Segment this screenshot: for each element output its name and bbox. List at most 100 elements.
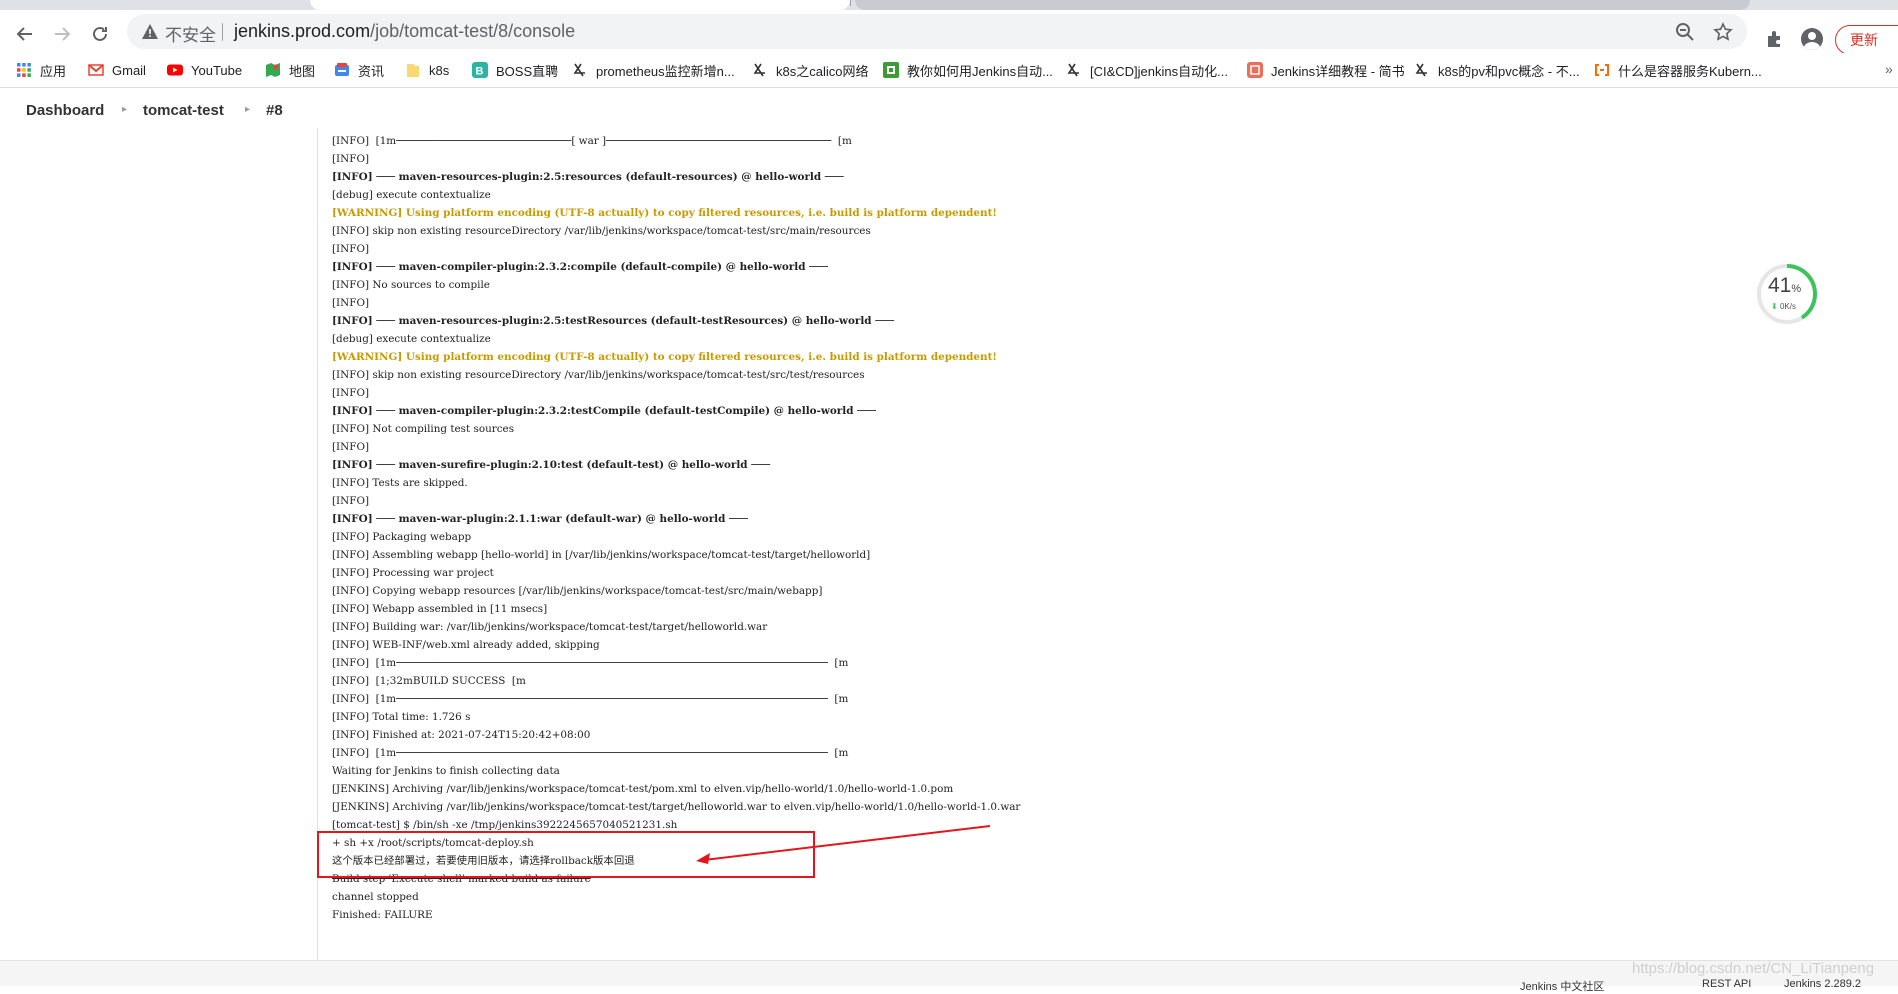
menu-dots-icon: ⋮ [1892,31,1898,48]
warning-icon[interactable] [141,23,159,40]
console-line: Waiting for Jenkins to finish collecting… [332,765,560,777]
console-line: [INFO] Processing war project [332,567,494,579]
profile-avatar-icon[interactable] [1801,28,1823,50]
console-line: [debug] execute contextualize [332,189,491,201]
update-button-label: 更新 [1850,32,1878,48]
svg-text:B: B [476,66,484,78]
breadcrumb-build[interactable]: #8 [266,102,283,119]
browser-toolbar: 不安全 jenkins.prod.com/job/tomcat-test/8/c… [0,10,1898,55]
bookmark-label: 教你如何用Jenkins自动... [907,63,1053,79]
site-icon [1067,63,1079,77]
console-line: [INFO] [1m────────────────────────────[ … [332,135,852,147]
bookmark-aliyun[interactable]: 什么是容器服务Kubern... [1594,61,1762,79]
console-line: channel stopped [332,891,419,903]
console-line: [INFO] [332,441,370,453]
omnibox-divider [222,23,223,41]
inactive-tab[interactable] [855,0,1750,10]
console-line: [INFO] [332,297,370,309]
site-icon [573,63,585,77]
reload-icon [93,26,107,41]
console-line: [INFO] Tests are skipped. [332,477,468,489]
console-line: [INFO] ─── maven-surefire-plugin:2.10:te… [332,459,770,471]
bookmark-label: BOSS直聘 [496,63,559,79]
bookmark-label: 应用 [40,63,67,79]
bookmark-k8s-folder[interactable]: k8s [405,61,449,79]
console-line: [INFO] ─── maven-compiler-plugin:2.3.2:c… [332,261,828,273]
console-line: [INFO] Building war: /var/lib/jenkins/wo… [332,621,768,633]
bookmark-jianshu[interactable]: Jenkins详细教程 - 简书 [1247,61,1405,79]
down-arrow-icon: ⬇ [1771,302,1778,311]
breadcrumb-job[interactable]: tomcat-test [143,102,224,119]
console-line: [INFO] [1;32mBUILD SUCCESS [m [332,675,526,687]
watermark-text: https://blog.csdn.net/CN_LiTianpeng [1632,960,1875,977]
back-button[interactable] [11,20,39,48]
site-icon [753,63,765,77]
bookmark-calico[interactable]: k8s之calico网络 [752,61,868,79]
console-line: [INFO] ─── maven-compiler-plugin:2.3.2:t… [332,405,876,417]
console-line: [INFO] No sources to compile [332,279,490,291]
footer-rest-api-link[interactable]: REST API [1702,978,1751,990]
zoom-icon[interactable] [1675,22,1695,42]
bookmarks-overflow-chevron-icon[interactable]: » [1885,61,1893,77]
network-speed-widget[interactable]: 41% ⬇ 0K/s [1755,262,1819,326]
bookmark-boss[interactable]: B BOSS直聘 [472,61,558,79]
url-text[interactable]: jenkins.prod.com/job/tomcat-test/8/conso… [234,21,575,42]
console-line: [INFO] ─── maven-war-plugin:2.1.1:war (d… [332,513,748,525]
console-line: Finished: FAILURE [332,909,433,921]
bookmark-maps[interactable]: 地图 [265,61,315,79]
console-line: [INFO] [332,243,370,255]
console-line: [INFO] Not compiling test sources [332,423,515,435]
console-line: [INFO] [1m──────────────────────────────… [332,693,849,705]
site-green-icon [883,62,899,78]
footer-version-link[interactable]: Jenkins 2.289.2 [1784,978,1861,990]
bookmark-prometheus[interactable]: prometheus监控新增n... [572,61,735,79]
speed-percent-value: 41 [1768,274,1792,297]
insecure-label[interactable]: 不安全 [165,21,216,46]
bookmark-news[interactable]: 资讯 [334,61,384,79]
console-line: [tomcat-test] $ /bin/sh -xe /tmp/jenkins… [332,819,678,831]
bookmark-apps[interactable]: 应用 [16,61,66,79]
active-tab[interactable] [310,0,850,10]
forward-button[interactable] [48,20,76,48]
console-line: [INFO] [332,387,370,399]
url-path: /job/tomcat-test/8/console [370,21,576,41]
chevron-right-icon[interactable]: ▸ [122,104,127,115]
console-line: [INFO] Assembling webapp [hello-world] i… [332,549,871,561]
bookmark-label: 什么是容器服务Kubern... [1618,63,1762,79]
update-button[interactable]: 更新 ⋮ [1835,25,1898,55]
bookmark-star-icon[interactable] [1713,22,1733,42]
breadcrumb-dashboard[interactable]: Dashboard [26,102,104,119]
speed-rate: ⬇ 0K/s [1771,302,1796,311]
bookmarks-bar: 应用 Gmail YouTube 地图 资讯 k8s B BOSS直聘 prom… [0,53,1898,88]
console-line: [INFO] skip non existing resourceDirecto… [332,369,865,381]
console-line: [INFO] Webapp assembled in [11 msecs] [332,603,548,615]
breadcrumb: Dashboard ▸ tomcat-test ▸ #8 [0,94,1898,128]
bookmark-label: 资讯 [358,63,385,79]
aliyun-icon [1595,64,1609,76]
bookmark-label: Jenkins详细教程 - 简书 [1271,63,1405,79]
bookmark-youtube[interactable]: YouTube [167,61,242,79]
speed-percent-sign: % [1791,283,1802,295]
console-line: Build step 'Execute shell' marked build … [332,873,591,885]
side-panel [0,128,318,960]
bookmark-jenkins-auto[interactable]: 教你如何用Jenkins自动... [883,61,1053,79]
console-line: [INFO] Copying webapp resources [/var/li… [332,585,823,597]
address-bar[interactable]: 不安全 jenkins.prod.com/job/tomcat-test/8/c… [127,14,1747,49]
footer-community-link[interactable]: Jenkins 中文社区 [1520,978,1604,994]
console-line: [INFO] [332,495,370,507]
extensions-puzzle-icon[interactable] [1765,29,1785,49]
bookmark-gmail[interactable]: Gmail [88,61,146,79]
bookmark-pv-pvc[interactable]: k8s的pv和pvc概念 - 不... [1414,61,1580,79]
tab-separator [850,0,851,6]
chevron-right-icon[interactable]: ▸ [245,104,250,115]
bookmark-cicd[interactable]: [CI&CD]jenkins自动化... [1066,61,1228,79]
console-line: [debug] execute contextualize [332,333,491,345]
console-line: [INFO] ─── maven-resources-plugin:2.5:re… [332,171,844,183]
console-line: [JENKINS] Archiving /var/lib/jenkins/wor… [332,801,1021,813]
console-line: [JENKINS] Archiving /var/lib/jenkins/wor… [332,783,954,795]
bookmark-label: YouTube [191,62,243,78]
console-line: [INFO] Packaging webapp [332,531,472,543]
console-line: 这个版本已经部署过，若要使用旧版本，请选择rollback版本回退 [332,855,635,867]
reload-button[interactable] [86,20,114,48]
news-icon [335,63,349,76]
